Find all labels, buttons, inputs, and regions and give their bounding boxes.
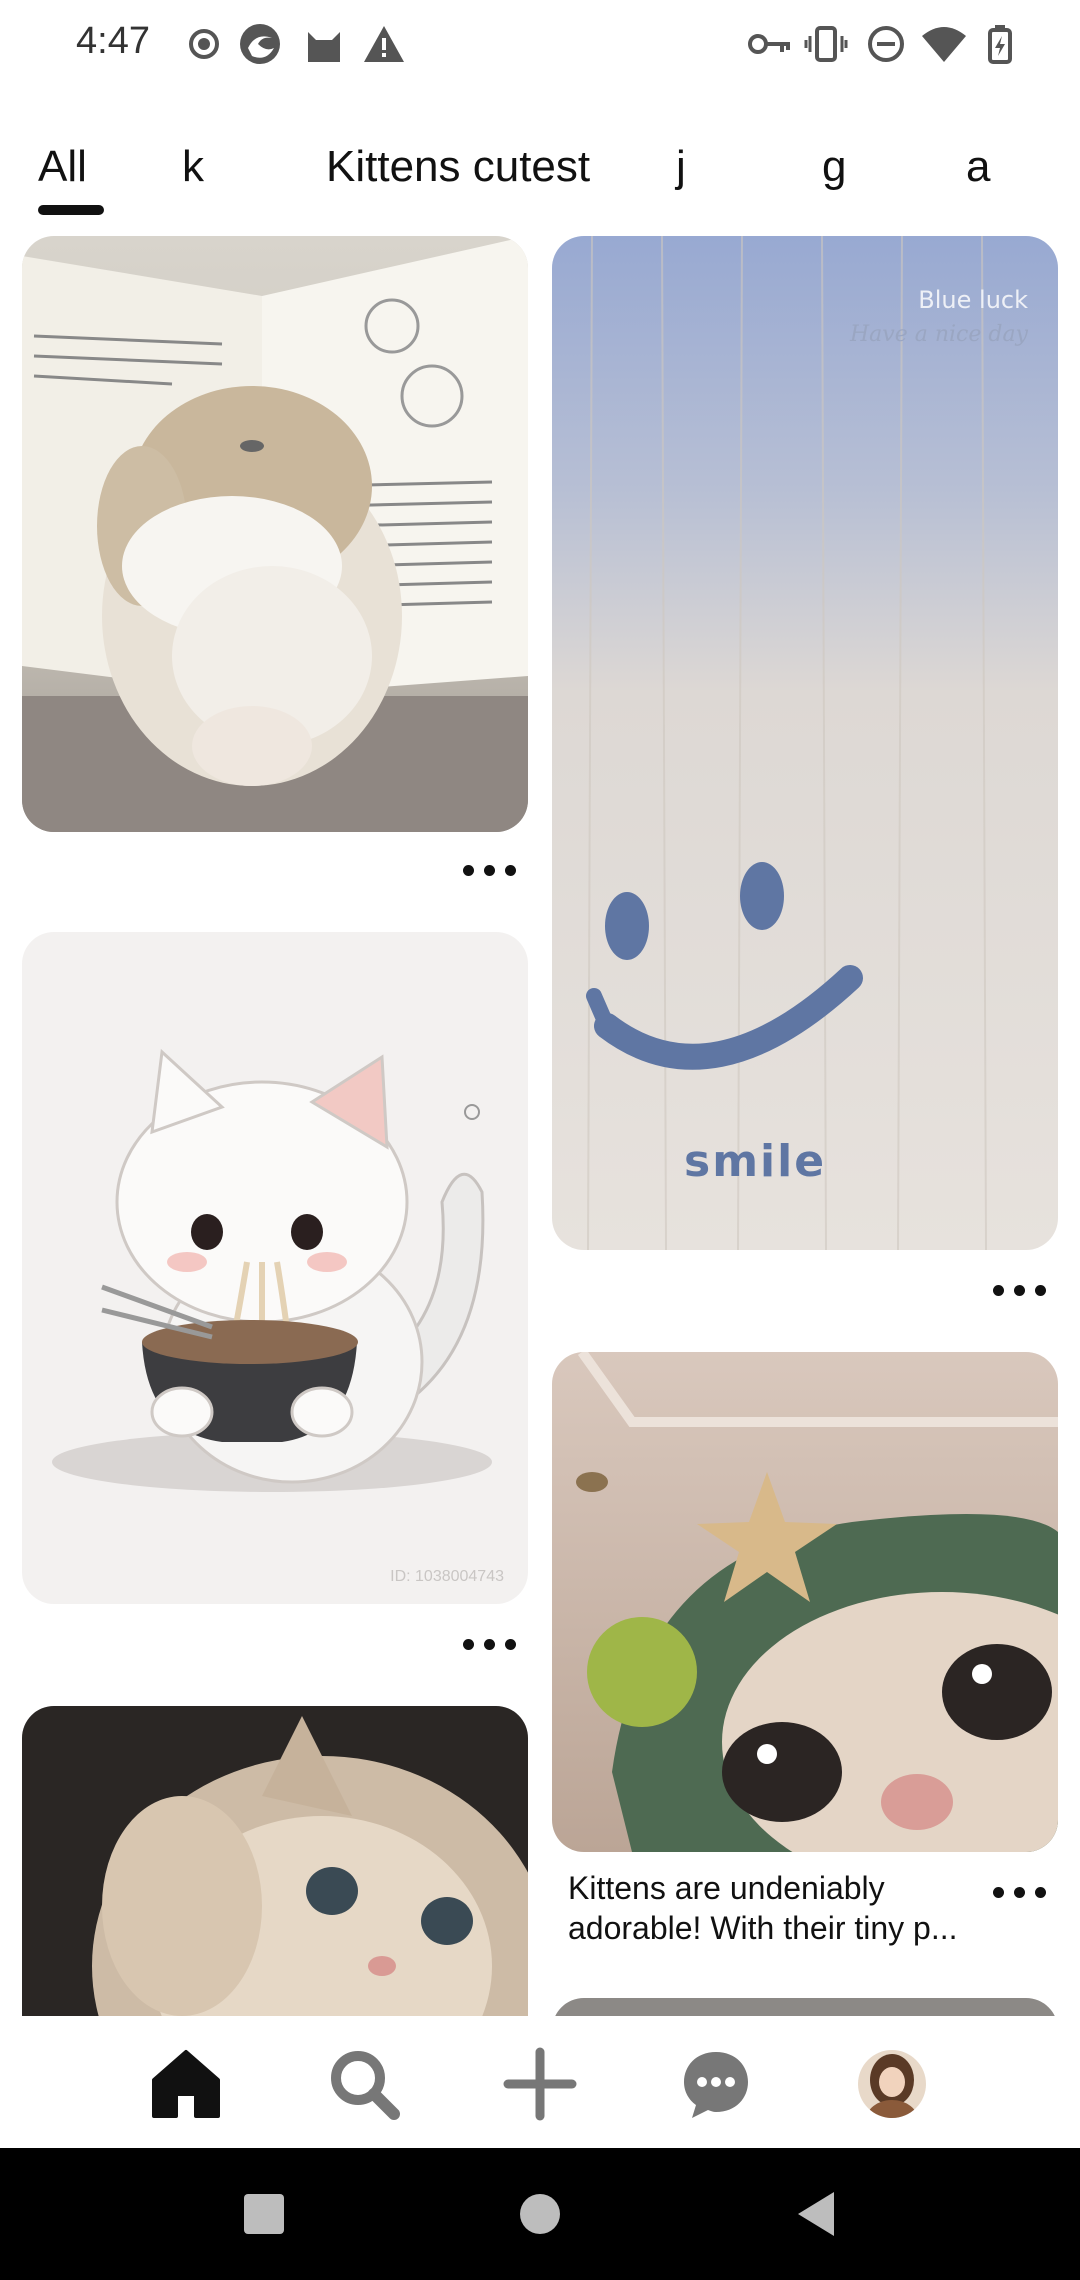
tab-j[interactable]: j xyxy=(676,142,686,192)
vibrate-icon xyxy=(804,26,848,62)
hoodie-kitten-illustration xyxy=(576,1352,1058,1852)
bottom-nav xyxy=(0,2016,1080,2148)
pin-watermark: ID: 1038004743 xyxy=(390,1568,504,1585)
system-navigation-bar xyxy=(0,2148,1080,2280)
pin-more-options-icon[interactable] xyxy=(460,860,520,880)
pin-description[interactable]: Kittens are undeniably adorable! With th… xyxy=(568,1868,988,1948)
record-icon xyxy=(189,29,219,59)
noodle-cat-illustration xyxy=(52,1048,492,1492)
tab-a[interactable]: a xyxy=(966,142,990,192)
pin-image-noodle-cat[interactable]: ID: 1038004743 xyxy=(22,932,528,1604)
home-icon[interactable] xyxy=(148,2046,224,2122)
active-tab-indicator xyxy=(38,205,104,215)
create-plus-icon[interactable] xyxy=(502,2046,578,2122)
status-time: 4:47 xyxy=(76,20,150,62)
pin-image-paw-kitten[interactable] xyxy=(22,1706,528,2016)
back-icon[interactable] xyxy=(786,2184,846,2244)
pin-more-options-icon[interactable] xyxy=(460,1634,520,1654)
tab-g[interactable]: g xyxy=(822,142,846,192)
cat-app-icon xyxy=(308,32,340,62)
warning-icon xyxy=(364,26,404,62)
tab-all[interactable]: All xyxy=(38,142,87,192)
dnd-icon xyxy=(868,26,904,62)
pin-image-bunny[interactable] xyxy=(22,236,528,832)
paw-kitten-illustration xyxy=(92,1716,528,2016)
key-icon xyxy=(748,34,790,54)
pin-image-next[interactable] xyxy=(552,1998,1058,2016)
pin-more-options-icon[interactable] xyxy=(990,1280,1050,1300)
bunny-illustration xyxy=(22,236,528,832)
tab-kittens-cutest[interactable]: Kittens cutest xyxy=(326,142,590,192)
pin-image-hoodie-kitten[interactable] xyxy=(552,1352,1058,1852)
status-bar: 4:47 xyxy=(0,0,1080,90)
tab-k[interactable]: k xyxy=(182,142,204,192)
recents-icon[interactable] xyxy=(234,2184,294,2244)
browser-icon xyxy=(240,24,280,64)
pin-overlay-title: Blue luck xyxy=(918,286,1028,314)
search-icon[interactable] xyxy=(326,2046,402,2122)
home-circle-icon[interactable] xyxy=(510,2184,570,2244)
wifi-icon xyxy=(922,27,966,62)
smile-face-illustration xyxy=(586,236,987,1250)
pin-overlay-subtitle: Have a nice day xyxy=(849,322,1028,347)
board-tabs: All k Kittens cutest j g a xyxy=(0,130,1080,220)
pin-caption: smile xyxy=(684,1136,827,1187)
battery-charging-icon xyxy=(988,25,1012,64)
pin-feed[interactable]: ID: 1038004743 Blue luck Have a nice day… xyxy=(0,236,1080,2016)
messages-icon[interactable] xyxy=(678,2046,754,2122)
profile-avatar[interactable] xyxy=(854,2046,930,2122)
pin-image-smile[interactable]: Blue luck Have a nice day smile xyxy=(552,236,1058,1250)
pin-more-options-icon[interactable] xyxy=(990,1882,1050,1902)
